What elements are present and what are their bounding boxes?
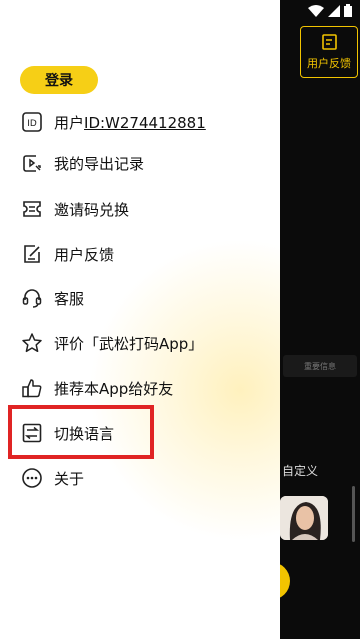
bg-feedback-button[interactable]: 用户反馈 (300, 26, 358, 78)
menu-item-recommend-app[interactable]: 推荐本App给好友 (20, 373, 173, 403)
highlight-annotation-box (8, 405, 154, 459)
export-record-icon (20, 151, 44, 175)
status-bar (308, 4, 352, 17)
bg-custom-text[interactable]: 自定义 (282, 462, 318, 479)
menu-item-rate-app[interactable]: 评价「武松打码App」 (20, 328, 203, 358)
menu-item-feedback[interactable]: 用户反馈 (20, 239, 114, 269)
headset-icon (20, 286, 44, 310)
wifi-icon (308, 4, 324, 17)
menu-label-recommend-app: 推荐本App给好友 (54, 379, 174, 398)
ticket-icon (20, 197, 44, 221)
menu-item-customer-service[interactable]: 客服 (20, 283, 84, 313)
svg-text:ID: ID (27, 119, 37, 129)
more-icon (20, 466, 44, 490)
user-id-text: 用户ID:W274412881 (54, 112, 206, 133)
login-button[interactable]: 登录 (20, 66, 98, 94)
battery-icon (344, 4, 352, 17)
menu-label-rate-app: 评价「武松打码App」 (54, 334, 204, 353)
star-icon (20, 331, 44, 355)
user-label: 用户 (54, 113, 85, 132)
id-card-icon: ID (20, 110, 44, 134)
user-id-value: ID:W274412881 (84, 113, 206, 132)
bg-feedback-label: 用户反馈 (307, 57, 351, 70)
menu-label-about: 关于 (54, 469, 85, 488)
feedback-icon (20, 242, 44, 266)
thumbs-up-icon (20, 376, 44, 400)
menu-item-export-records[interactable]: 我的导出记录 (20, 148, 144, 178)
bg-tab-hint[interactable]: 重要信息 (283, 355, 357, 377)
signal-icon (328, 4, 340, 17)
menu-label-feedback: 用户反馈 (54, 245, 115, 264)
menu-label-customer-service: 客服 (54, 289, 85, 308)
scrollbar[interactable] (352, 486, 355, 542)
menu-item-about[interactable]: 关于 (20, 463, 84, 493)
menu-label-invite-code: 邀请码兑换 (54, 200, 130, 219)
navigation-drawer: 登录 ID 用户ID:W274412881 我的导出记录 邀请码兑换 用户反馈 … (0, 0, 280, 639)
photo-thumbnail[interactable] (280, 496, 328, 540)
user-id-row[interactable]: ID 用户ID:W274412881 (20, 107, 206, 137)
menu-item-invite-code[interactable]: 邀请码兑换 (20, 194, 129, 224)
edit-note-icon (321, 33, 339, 55)
menu-label-export-records: 我的导出记录 (54, 154, 145, 173)
